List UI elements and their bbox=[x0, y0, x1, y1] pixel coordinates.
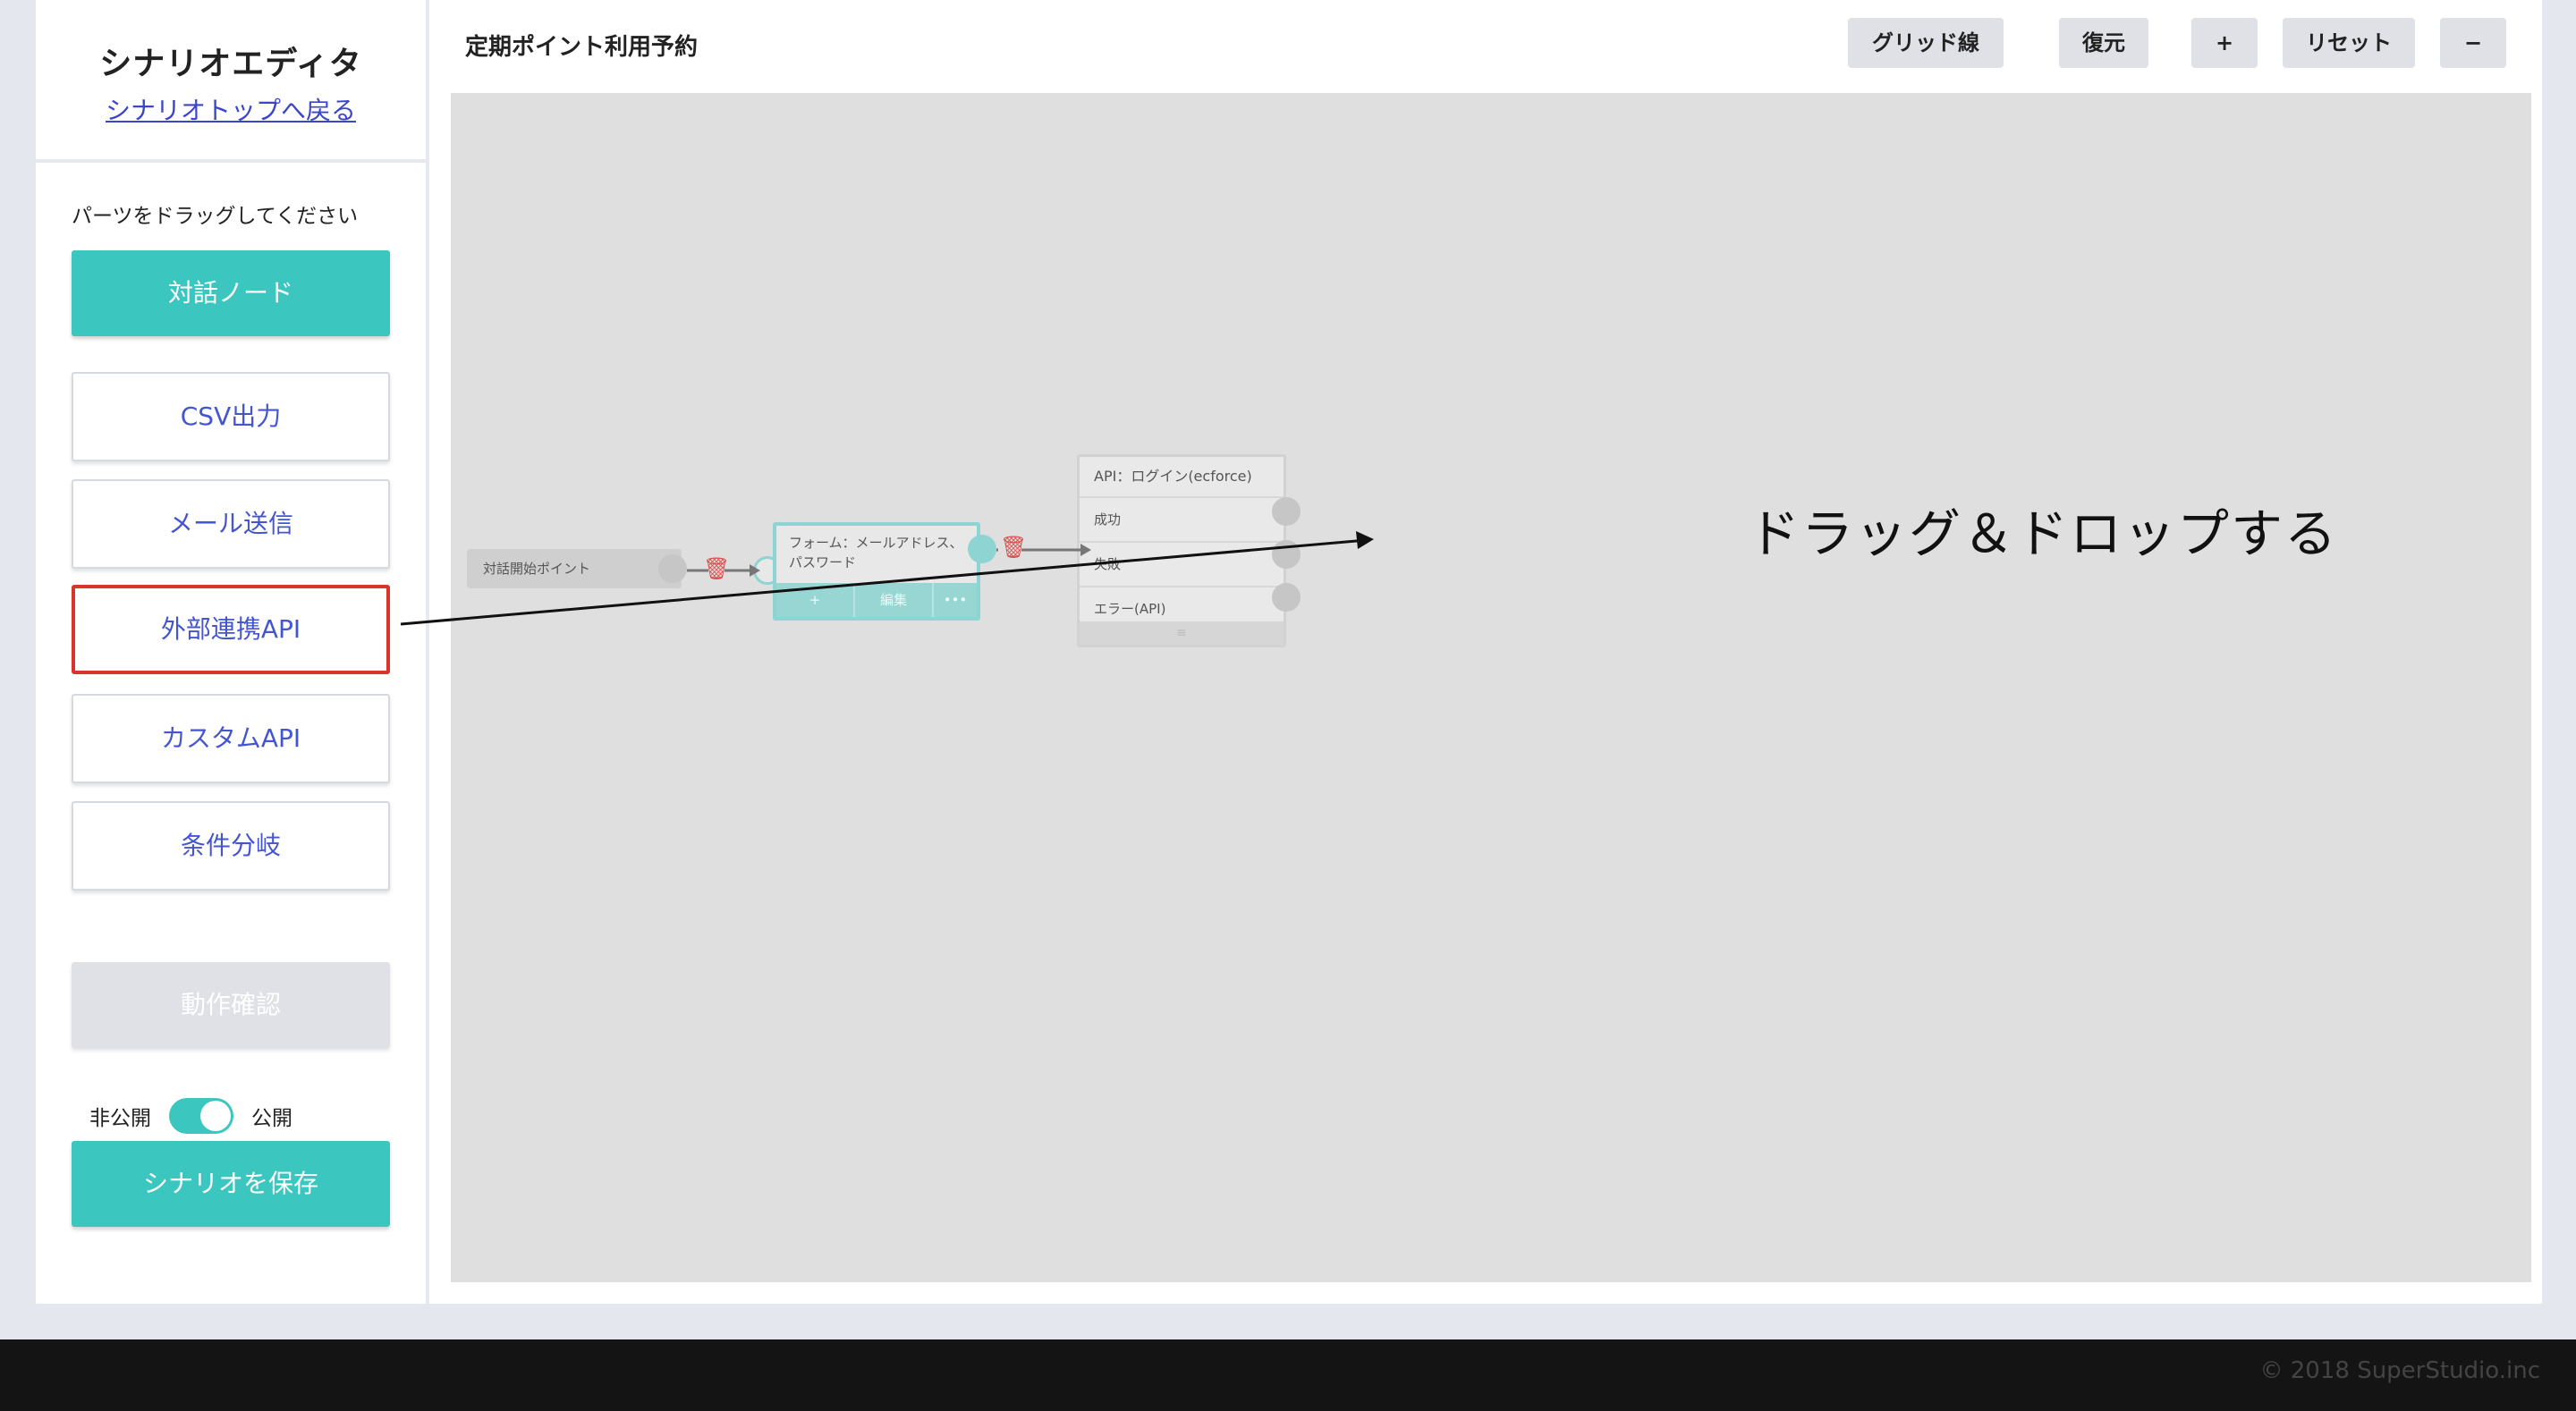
page-footer: © 2018 SuperStudio.inc bbox=[0, 1339, 2576, 1411]
api-node-output-failure: 失敗 bbox=[1080, 543, 1284, 587]
form-node-output-port[interactable] bbox=[968, 535, 996, 563]
save-scenario-button[interactable]: シナリオを保存 bbox=[72, 1141, 390, 1227]
toggle-knob bbox=[200, 1101, 231, 1131]
form-node-more-button[interactable]: ••• bbox=[934, 583, 977, 617]
app-window: シナリオエディタ シナリオトップへ戻る パーツをドラッグしてください 対話ノード… bbox=[36, 0, 2542, 1304]
part-condition-branch[interactable]: 条件分岐 bbox=[72, 801, 390, 891]
grid-lines-button[interactable]: グリッド線 bbox=[1848, 18, 2004, 68]
canvas-connectors bbox=[687, 544, 1091, 577]
form-node-edit-button[interactable]: 編集 bbox=[855, 583, 934, 617]
drag-drop-instruction: ドラッグ＆ドロップする bbox=[1748, 503, 2339, 564]
public-label: 公開 bbox=[251, 1107, 292, 1130]
trash-icon[interactable]: 🗑 bbox=[1000, 535, 1027, 560]
part-dialog-node[interactable]: 対話ノード bbox=[72, 250, 390, 336]
verify-button[interactable]: 動作確認 bbox=[72, 962, 390, 1048]
part-mail-send[interactable]: メール送信 bbox=[72, 479, 390, 569]
private-label: 非公開 bbox=[89, 1107, 151, 1130]
zoom-out-button[interactable]: − bbox=[2440, 18, 2506, 68]
app-title: シナリオエディタ bbox=[99, 46, 362, 82]
scenario-canvas[interactable]: 対話開始ポイント 🗑 フォーム：メールアドレス、パスワード + 編集 ••• 🗑… bbox=[451, 93, 2531, 1282]
reset-button[interactable]: リセット bbox=[2283, 18, 2415, 68]
api-node[interactable]: API：ログイン(ecforce) 成功 失敗 エラー(API) ≡ bbox=[1077, 454, 1286, 647]
sidebar-header: シナリオエディタ シナリオトップへ戻る bbox=[36, 0, 426, 163]
part-csv-output[interactable]: CSV出力 bbox=[72, 372, 390, 461]
api-node-drag-handle[interactable]: ≡ bbox=[1080, 621, 1284, 645]
part-custom-api[interactable]: カスタムAPI bbox=[72, 694, 390, 783]
api-failure-port[interactable] bbox=[1272, 540, 1301, 569]
start-node[interactable]: 対話開始ポイント bbox=[467, 549, 682, 588]
form-node-add-button[interactable]: + bbox=[776, 583, 855, 617]
form-node-toolbar: + 編集 ••• bbox=[776, 583, 977, 617]
scenario-title: 定期ポイント利用予約 bbox=[465, 34, 699, 61]
start-node-output-port[interactable] bbox=[658, 554, 687, 583]
drag-hint: パーツをドラッグしてください bbox=[72, 205, 359, 228]
api-success-port[interactable] bbox=[1272, 497, 1301, 526]
api-node-title: API：ログイン(ecforce) bbox=[1080, 457, 1284, 498]
restore-button[interactable]: 復元 bbox=[2059, 18, 2148, 68]
api-node-output-success: 成功 bbox=[1080, 498, 1284, 543]
publish-row: 非公開 公開 bbox=[89, 1098, 292, 1134]
api-error-port[interactable] bbox=[1272, 583, 1301, 612]
copyright: © 2018 SuperStudio.inc bbox=[2259, 1357, 2541, 1384]
form-node[interactable]: フォーム：メールアドレス、パスワード + 編集 ••• bbox=[773, 522, 980, 621]
part-external-api[interactable]: 外部連携API bbox=[72, 585, 390, 674]
back-to-scenario-top-link[interactable]: シナリオトップへ戻る bbox=[106, 91, 356, 127]
form-node-text: フォーム：メールアドレス、パスワード bbox=[789, 535, 963, 570]
trash-icon[interactable]: 🗑 bbox=[703, 556, 730, 581]
sidebar: シナリオエディタ シナリオトップへ戻る パーツをドラッグしてください 対話ノード… bbox=[36, 0, 429, 1304]
publish-toggle[interactable] bbox=[169, 1098, 233, 1134]
zoom-in-button[interactable]: + bbox=[2191, 18, 2258, 68]
